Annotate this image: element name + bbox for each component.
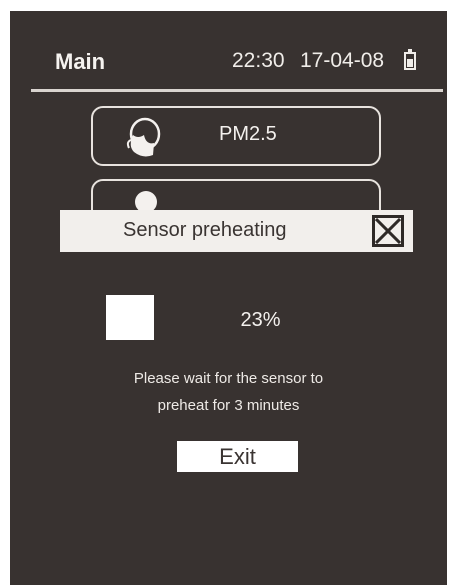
page-title: Main — [55, 49, 106, 74]
mask-icon — [126, 117, 161, 157]
dialog-title-bar: Sensor preheating — [60, 210, 413, 252]
progress-percent: 23% — [240, 309, 281, 331]
menu-item-label: PM2.5 — [219, 123, 277, 145]
device-screen: Main 22:30 17-04-08 PM2.5 Sensor preheat… — [10, 11, 447, 585]
message-line-2: preheat for 3 minutes — [157, 397, 300, 414]
clock-date: 17-04-08 — [300, 49, 385, 72]
message-line-1: Please wait for the sensor to — [133, 370, 324, 387]
clock-time: 22:30 — [232, 49, 285, 72]
preheat-message: Please wait for the sensor to preheat fo… — [10, 365, 447, 419]
close-button[interactable] — [372, 215, 404, 247]
status-bar: Main 22:30 17-04-08 — [10, 11, 447, 93]
exit-button[interactable]: Exit — [177, 441, 298, 472]
header-divider — [31, 89, 443, 92]
dialog-title: Sensor preheating — [123, 219, 287, 241]
menu-item-pm25[interactable]: PM2.5 — [91, 106, 381, 166]
battery-icon — [404, 49, 416, 70]
close-icon — [375, 218, 401, 244]
